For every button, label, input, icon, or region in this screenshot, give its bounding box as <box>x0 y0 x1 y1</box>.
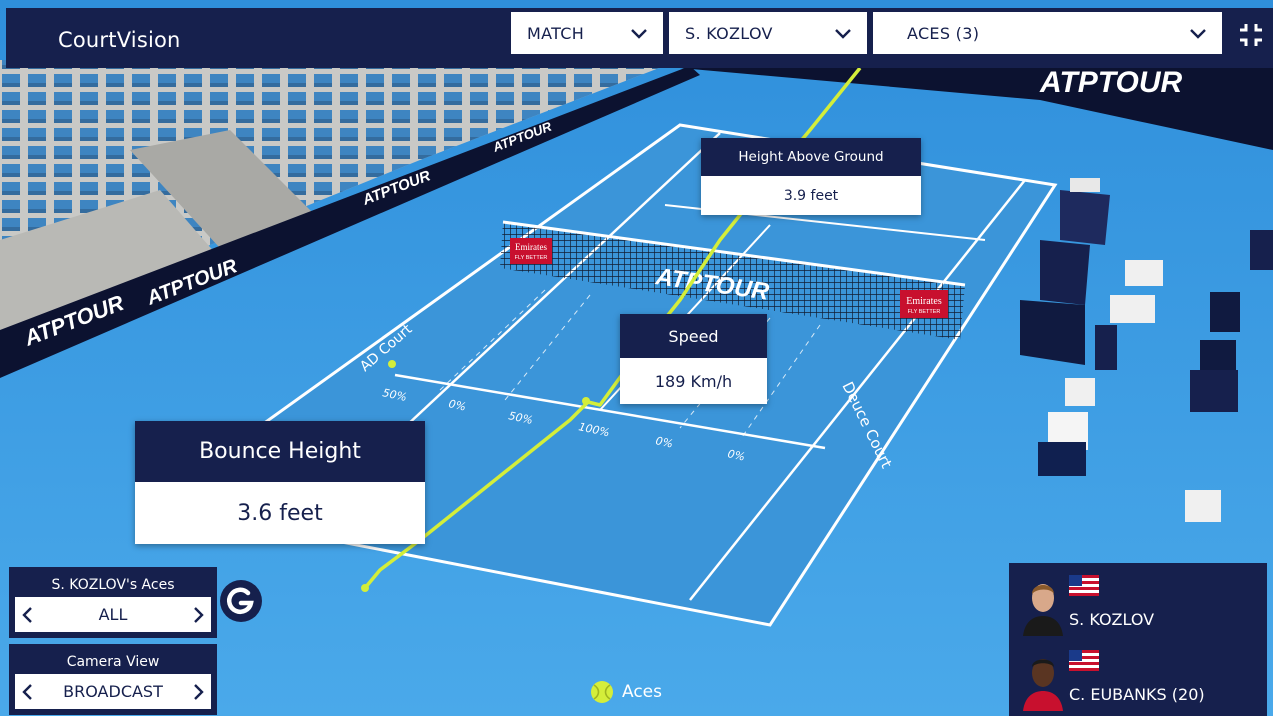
ball-bounce-marker <box>582 397 590 405</box>
chevron-down-icon <box>835 29 851 39</box>
player-avatar <box>1017 647 1069 711</box>
bounce-height-tooltip: Bounce Height 3.6 feet <box>135 421 425 544</box>
ball-marker <box>361 584 369 592</box>
minimize-icon[interactable] <box>1238 22 1264 48</box>
net-sponsor-right-sub: FLY BETTER <box>908 309 941 315</box>
bounce-height-label: Bounce Height <box>135 421 425 482</box>
chevron-right-icon[interactable] <box>189 605 207 625</box>
aces-legend-label: Aces <box>622 682 662 702</box>
height-above-ground-value: 3.9 feet <box>783 187 839 204</box>
player-name: S. KOZLOV <box>1069 610 1155 629</box>
chevron-down-icon <box>1190 29 1206 39</box>
net-sponsor-right-text: Emirates <box>906 296 942 307</box>
aces-selector-value: ALL <box>98 605 128 624</box>
players-panel: S. KOZLOV C. EUBANKS (20) <box>1009 563 1267 716</box>
wall-logo: ATPTOUR <box>1039 66 1183 99</box>
net-sponsor-left-text: Emirates <box>515 242 547 252</box>
stat-dropdown-value: ACES (3) <box>907 23 980 43</box>
height-above-ground-label: Height Above Ground <box>701 138 921 176</box>
speed-value: 189 Km/h <box>654 371 733 391</box>
chevron-left-icon[interactable] <box>19 605 37 625</box>
camera-view-panel: Camera View BROADCAST <box>9 644 217 715</box>
net-sponsor-left-sub: FLY BETTER <box>515 255 548 261</box>
camera-view-selector: BROADCAST <box>15 674 211 709</box>
aces-legend: Aces <box>590 680 662 704</box>
player-dropdown[interactable]: S. KOZLOV <box>669 12 867 54</box>
player-dropdown-value: S. KOZLOV <box>685 23 773 43</box>
us-flag-icon <box>1069 650 1099 671</box>
player-name: C. EUBANKS (20) <box>1069 685 1205 704</box>
camera-view-value: BROADCAST <box>63 682 163 701</box>
speed-tooltip: Speed 189 Km/h <box>620 314 767 404</box>
player-row: S. KOZLOV <box>1009 566 1267 638</box>
aces-selector-label: S. KOZLOV's Aces <box>51 577 175 593</box>
player-row: C. EUBANKS (20) <box>1009 641 1267 713</box>
chevron-right-icon[interactable] <box>189 682 207 702</box>
match-dropdown-value: MATCH <box>527 23 585 43</box>
app-title: CourtVision <box>58 28 181 52</box>
chevron-left-icon[interactable] <box>19 682 37 702</box>
bounce-height-value: 3.6 feet <box>237 500 323 526</box>
speed-label: Speed <box>620 314 767 358</box>
stat-dropdown[interactable]: ACES (3) <box>873 12 1222 54</box>
player-avatar <box>1017 572 1069 636</box>
chevron-down-icon <box>631 29 647 39</box>
camera-view-label: Camera View <box>66 654 160 670</box>
us-flag-icon <box>1069 575 1099 596</box>
height-above-ground-tooltip: Height Above Ground 3.9 feet <box>701 138 921 215</box>
aces-selector: ALL <box>15 597 211 632</box>
aces-selector-panel: S. KOZLOV's Aces ALL <box>9 567 217 638</box>
match-dropdown[interactable]: MATCH <box>511 12 663 54</box>
g-logo-icon[interactable] <box>219 579 263 623</box>
ball-marker <box>388 360 396 368</box>
tennis-ball-icon <box>591 681 613 703</box>
